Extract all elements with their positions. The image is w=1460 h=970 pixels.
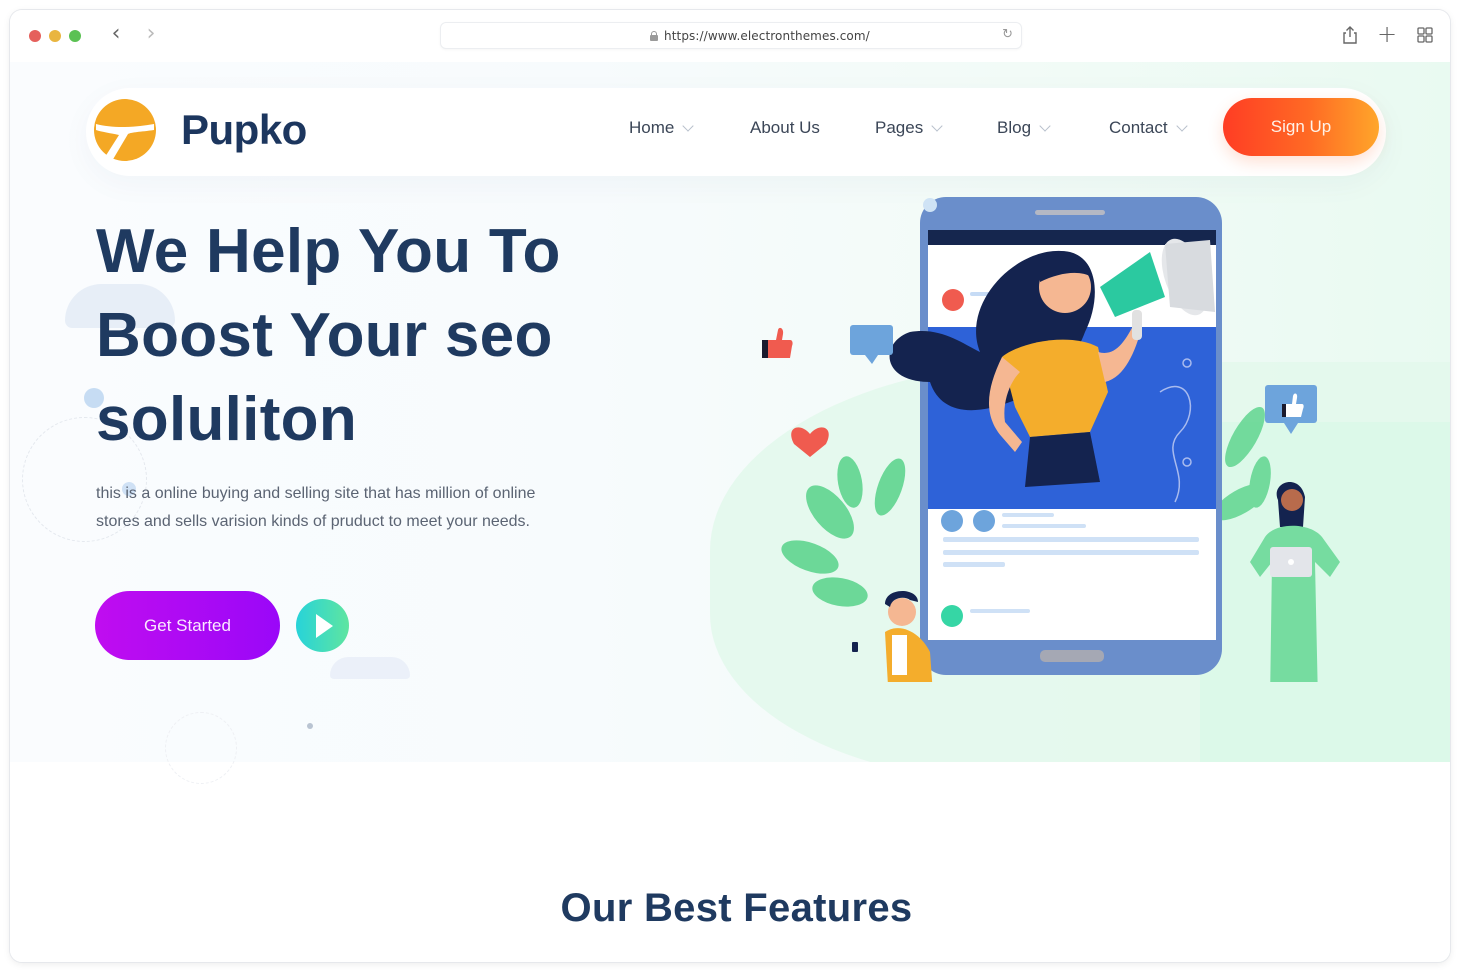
chevron-down-icon: [1175, 119, 1188, 132]
nav-label: Home: [629, 118, 675, 137]
like-bubble-icon: [1265, 385, 1317, 434]
logo-icon[interactable]: [92, 97, 158, 163]
lock-icon: [650, 31, 658, 41]
address-bar[interactable]: https://www.electronthemes.com/ ↻: [440, 22, 1022, 49]
hero-illustration: [762, 197, 1340, 682]
chevron-down-icon: [682, 119, 695, 132]
site-header: Pupko Home About Us Pages Blog Contact S…: [86, 88, 1386, 176]
nav-label: Pages: [875, 118, 924, 137]
brand-name[interactable]: Pupko: [181, 106, 307, 154]
nav-label: Blog: [997, 118, 1032, 137]
url-text: https://www.electronthemes.com/: [664, 29, 870, 43]
reload-icon[interactable]: ↻: [1002, 27, 1013, 42]
dot-decoration: [307, 723, 313, 729]
nav-item-pages[interactable]: Pages: [875, 118, 943, 138]
nav-item-blog[interactable]: Blog: [997, 118, 1051, 138]
browser-toolbar: ‹ › https://www.electronthemes.com/ ↻ +: [10, 10, 1450, 62]
leaves-decoration: [781, 456, 906, 607]
minimize-window-button[interactable]: [49, 30, 61, 42]
nav-item-contact[interactable]: Contact: [1109, 118, 1188, 138]
nav-label: About Us: [750, 118, 820, 137]
dashed-ring-decoration: [165, 712, 237, 784]
hero-title: We Help You To Boost Your seo soluliton: [96, 210, 656, 462]
chevron-down-icon: [1039, 119, 1051, 132]
share-icon[interactable]: [1339, 24, 1361, 46]
browser-window: ‹ › https://www.electronthemes.com/ ↻ +: [10, 10, 1450, 962]
nav-item-about-us[interactable]: About Us: [750, 118, 820, 138]
play-icon: [316, 614, 333, 638]
nav-item-home[interactable]: Home: [629, 118, 695, 138]
thumbs-up-icon: [762, 327, 793, 358]
tab-overview-icon[interactable]: [1414, 24, 1436, 46]
nav-label: Contact: [1109, 118, 1168, 137]
close-window-button[interactable]: [29, 30, 41, 42]
web-page: Pupko Home About Us Pages Blog Contact S…: [10, 62, 1450, 962]
standing-woman-illustration: [1250, 482, 1340, 682]
sign-up-button[interactable]: Sign Up: [1223, 98, 1379, 156]
hero-title-line: We Help You To: [96, 217, 561, 286]
new-tab-icon[interactable]: +: [1376, 22, 1398, 46]
get-started-button[interactable]: Get Started: [95, 591, 280, 660]
heart-icon: [791, 427, 829, 457]
page-lower-section: [10, 762, 1450, 962]
back-button[interactable]: ‹: [106, 23, 126, 46]
play-video-button[interactable]: [296, 599, 349, 652]
features-section-title: Our Best Features: [560, 886, 913, 930]
maximize-window-button[interactable]: [69, 30, 81, 42]
hero-title-line: soluliton: [96, 385, 357, 454]
chevron-down-icon: [931, 119, 943, 132]
cloud-decoration: [330, 657, 410, 679]
forward-button[interactable]: ›: [141, 23, 161, 46]
chat-bubble-icon: [850, 325, 893, 364]
hero-description: this is a online buying and selling site…: [96, 485, 536, 530]
hero-title-line: Boost Your seo: [96, 301, 553, 370]
